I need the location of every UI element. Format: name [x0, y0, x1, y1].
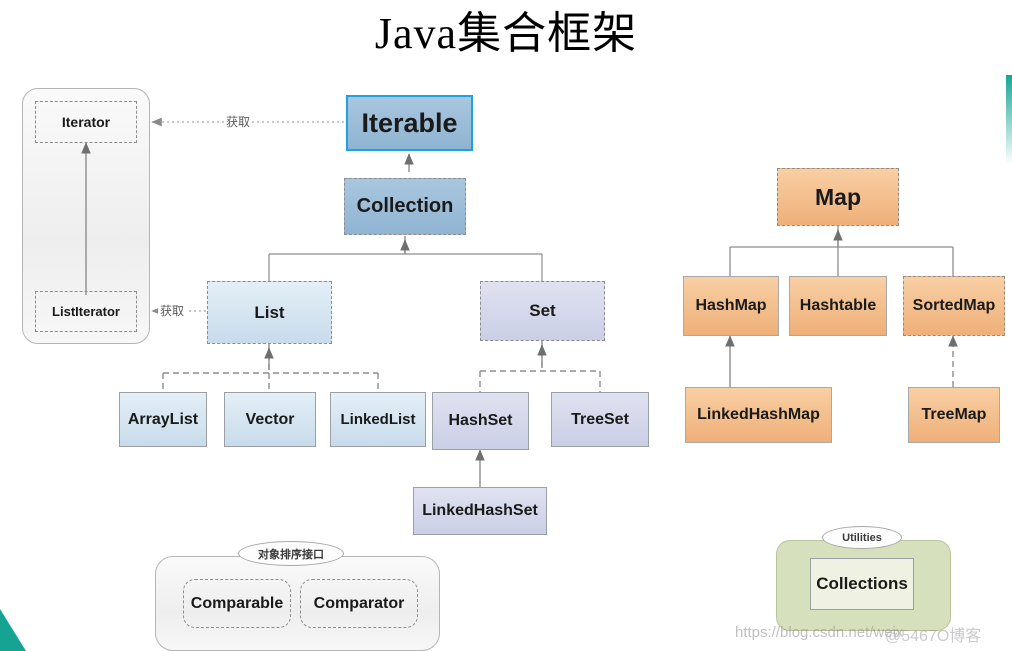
edge-label-iterable-get-text: 获取: [226, 115, 251, 129]
node-linkedhashmap-label: LinkedHashMap: [697, 406, 820, 423]
node-linkedhashset[interactable]: LinkedHashSet: [413, 487, 547, 535]
edge-label-list-get: 获取: [158, 302, 187, 319]
node-hashtable-label: Hashtable: [799, 297, 877, 314]
node-vector-label: Vector: [245, 410, 295, 428]
node-arraylist[interactable]: ArrayList: [119, 392, 207, 447]
node-hashmap-label: HashMap: [695, 297, 767, 314]
node-collections-label: Collections: [816, 574, 908, 593]
node-set[interactable]: Set: [480, 281, 605, 341]
watermark-url-text: https://blog.csdn.net/weix: [735, 624, 904, 641]
node-collection[interactable]: Collection: [344, 178, 466, 235]
right-edge-strip-decoration: [1006, 75, 1012, 165]
node-iterator-label: Iterator: [61, 114, 111, 130]
compare-group-label-text: 对象排序接口: [258, 548, 324, 561]
edge-label-iterable-get: 获取: [224, 113, 253, 130]
node-list-label: List: [254, 302, 285, 322]
node-map[interactable]: Map: [777, 168, 899, 226]
node-hashmap[interactable]: HashMap: [683, 276, 779, 336]
node-sortedmap[interactable]: SortedMap: [903, 276, 1005, 336]
node-comparable-label: Comparable: [190, 594, 284, 612]
node-treeset[interactable]: TreeSet: [551, 392, 649, 447]
node-linkedlist-label: LinkedList: [340, 411, 416, 428]
node-map-label: Map: [815, 183, 861, 210]
node-sortedmap-label: SortedMap: [912, 297, 996, 314]
utilities-group-label: Utilities: [822, 526, 902, 549]
node-iterator[interactable]: Iterator: [35, 101, 137, 143]
node-linkedlist[interactable]: LinkedList: [330, 392, 426, 447]
edge-label-list-get-text: 获取: [160, 304, 185, 318]
watermark-suffix-text: @5467O博客: [885, 628, 982, 645]
node-hashset[interactable]: HashSet: [432, 392, 529, 450]
node-linkedhashset-label: LinkedHashSet: [422, 502, 538, 519]
node-listiterator[interactable]: ListIterator: [35, 291, 137, 332]
utilities-group-label-text: Utilities: [842, 531, 882, 544]
node-comparator[interactable]: Comparator: [300, 579, 418, 628]
node-comparator-label: Comparator: [313, 594, 405, 612]
node-comparable[interactable]: Comparable: [183, 579, 291, 628]
node-iterable[interactable]: Iterable: [346, 95, 473, 151]
node-collections[interactable]: Collections: [810, 558, 914, 610]
page-title: Java集合框架: [374, 9, 638, 58]
node-list[interactable]: List: [207, 281, 332, 344]
compare-group-label: 对象排序接口: [238, 541, 344, 566]
node-linkedhashmap[interactable]: LinkedHashMap: [685, 387, 832, 443]
node-collection-label: Collection: [356, 195, 454, 217]
node-listiterator-label: ListIterator: [52, 304, 120, 319]
watermark-suffix: @5467O博客: [885, 622, 981, 646]
node-treemap[interactable]: TreeMap: [908, 387, 1000, 443]
node-arraylist-label: ArrayList: [127, 410, 199, 428]
node-hashset-label: HashSet: [448, 412, 513, 429]
diagram-canvas: Java集合框架 Iterator ListIterator 获取 获取 Ite…: [0, 0, 1012, 651]
node-vector[interactable]: Vector: [224, 392, 316, 447]
node-set-label: Set: [529, 301, 556, 320]
corner-triangle-decoration: [0, 609, 26, 651]
node-treemap-label: TreeMap: [921, 406, 987, 423]
node-iterable-label: Iterable: [361, 107, 458, 138]
node-hashtable[interactable]: Hashtable: [789, 276, 887, 336]
node-treeset-label: TreeSet: [571, 410, 629, 428]
watermark-url: https://blog.csdn.net/weix: [735, 624, 903, 641]
